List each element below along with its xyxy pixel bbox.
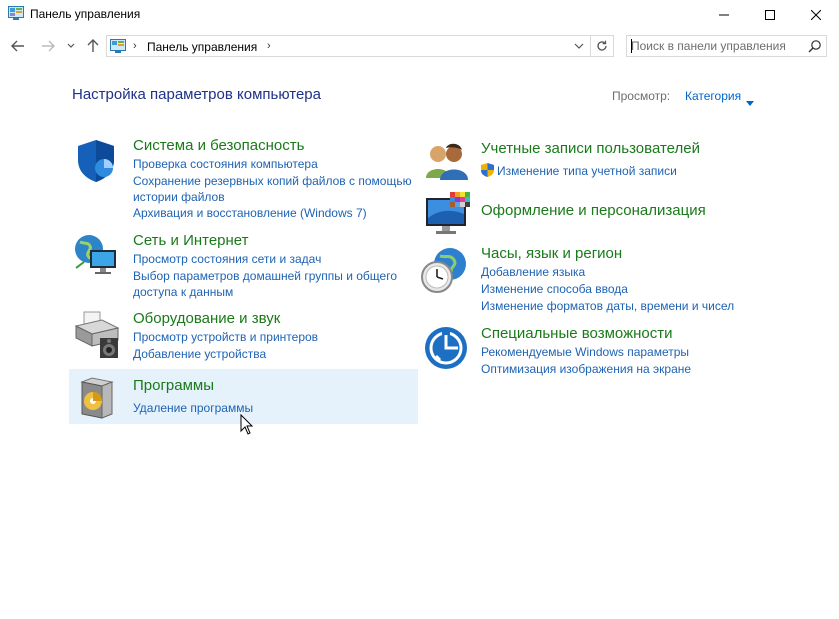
search-input[interactable] bbox=[631, 37, 801, 55]
link-check-computer-status[interactable]: Проверка состояния компьютера bbox=[133, 156, 318, 172]
programs-icon[interactable] bbox=[78, 376, 116, 425]
control-panel-icon bbox=[110, 39, 126, 58]
close-button[interactable] bbox=[793, 0, 839, 30]
recent-locations-dropdown[interactable] bbox=[64, 33, 78, 59]
view-by-dropdown[interactable]: Категория bbox=[685, 89, 741, 103]
link-file-history-backup[interactable]: Сохранение резервных копий файлов с помо… bbox=[133, 173, 412, 189]
link-backup-restore[interactable]: Архивация и восстановление (Windows 7) bbox=[133, 205, 367, 221]
category-title-clock-language-region[interactable]: Часы, язык и регион bbox=[481, 245, 622, 262]
search-box[interactable] bbox=[626, 35, 827, 57]
address-dropdown-button[interactable] bbox=[570, 36, 588, 56]
window-title: Панель управления bbox=[30, 7, 141, 21]
category-title-appearance[interactable]: Оформление и персонализация bbox=[481, 202, 706, 219]
control-panel-icon bbox=[8, 6, 24, 20]
maximize-button[interactable] bbox=[747, 0, 793, 30]
category-title-hardware-sound[interactable]: Оборудование и звук bbox=[133, 310, 280, 327]
minimize-button[interactable] bbox=[701, 0, 747, 30]
page-title: Настройка параметров компьютера bbox=[72, 86, 321, 103]
accessibility-icon[interactable] bbox=[424, 326, 468, 375]
address-bar[interactable]: › Панель управления › bbox=[106, 35, 614, 57]
link-optimize-display[interactable]: Оптимизация изображения на экране bbox=[481, 361, 691, 377]
category-title-ease-of-access[interactable]: Специальные возможности bbox=[481, 325, 673, 342]
link-network-status[interactable]: Просмотр состояния сети и задач bbox=[133, 251, 321, 267]
network-icon[interactable] bbox=[72, 232, 120, 283]
view-by-label: Просмотр: bbox=[612, 89, 671, 103]
title-bar: Панель управления bbox=[0, 0, 839, 30]
shield-icon[interactable] bbox=[74, 138, 118, 189]
link-file-history-backup-cont[interactable]: истории файлов bbox=[133, 189, 225, 205]
users-icon[interactable] bbox=[424, 142, 470, 187]
link-change-input-method[interactable]: Изменение способа ввода bbox=[481, 281, 628, 297]
link-add-device[interactable]: Добавление устройства bbox=[133, 346, 266, 362]
link-uninstall-program[interactable]: Удаление программы bbox=[133, 400, 253, 416]
uac-shield-icon bbox=[481, 163, 494, 182]
breadcrumb-separator[interactable]: › bbox=[133, 40, 137, 52]
forward-button[interactable] bbox=[38, 33, 58, 59]
link-recommended-settings[interactable]: Рекомендуемые Windows параметры bbox=[481, 344, 689, 360]
chevron-down-icon[interactable] bbox=[746, 93, 754, 111]
printer-icon[interactable] bbox=[72, 308, 122, 365]
navigation-bar: › Панель управления › bbox=[0, 33, 839, 59]
link-homegroup-sharing-cont[interactable]: доступа к данным bbox=[133, 284, 233, 300]
link-homegroup-sharing[interactable]: Выбор параметров домашней группы и общег… bbox=[133, 268, 397, 284]
up-button[interactable] bbox=[84, 33, 102, 59]
mouse-cursor-icon bbox=[240, 413, 254, 441]
link-change-date-time-formats[interactable]: Изменение форматов даты, времени и чисел bbox=[481, 298, 734, 314]
category-title-programs[interactable]: Программы bbox=[133, 377, 214, 394]
display-icon[interactable] bbox=[424, 192, 472, 243]
link-change-account-type[interactable]: Изменение типа учетной записи bbox=[497, 163, 677, 179]
search-icon[interactable] bbox=[808, 39, 822, 58]
category-title-network-internet[interactable]: Сеть и Интернет bbox=[133, 232, 249, 249]
category-title-system-security[interactable]: Система и безопасность bbox=[133, 137, 304, 154]
breadcrumb-separator[interactable]: › bbox=[267, 40, 271, 52]
link-add-language[interactable]: Добавление языка bbox=[481, 264, 585, 280]
back-button[interactable] bbox=[8, 33, 28, 59]
breadcrumb-control-panel[interactable]: Панель управления bbox=[147, 40, 257, 54]
refresh-button[interactable] bbox=[590, 36, 613, 56]
category-title-user-accounts[interactable]: Учетные записи пользователей bbox=[481, 140, 700, 157]
clock-globe-icon[interactable] bbox=[420, 246, 470, 301]
link-devices-printers[interactable]: Просмотр устройств и принтеров bbox=[133, 329, 318, 345]
